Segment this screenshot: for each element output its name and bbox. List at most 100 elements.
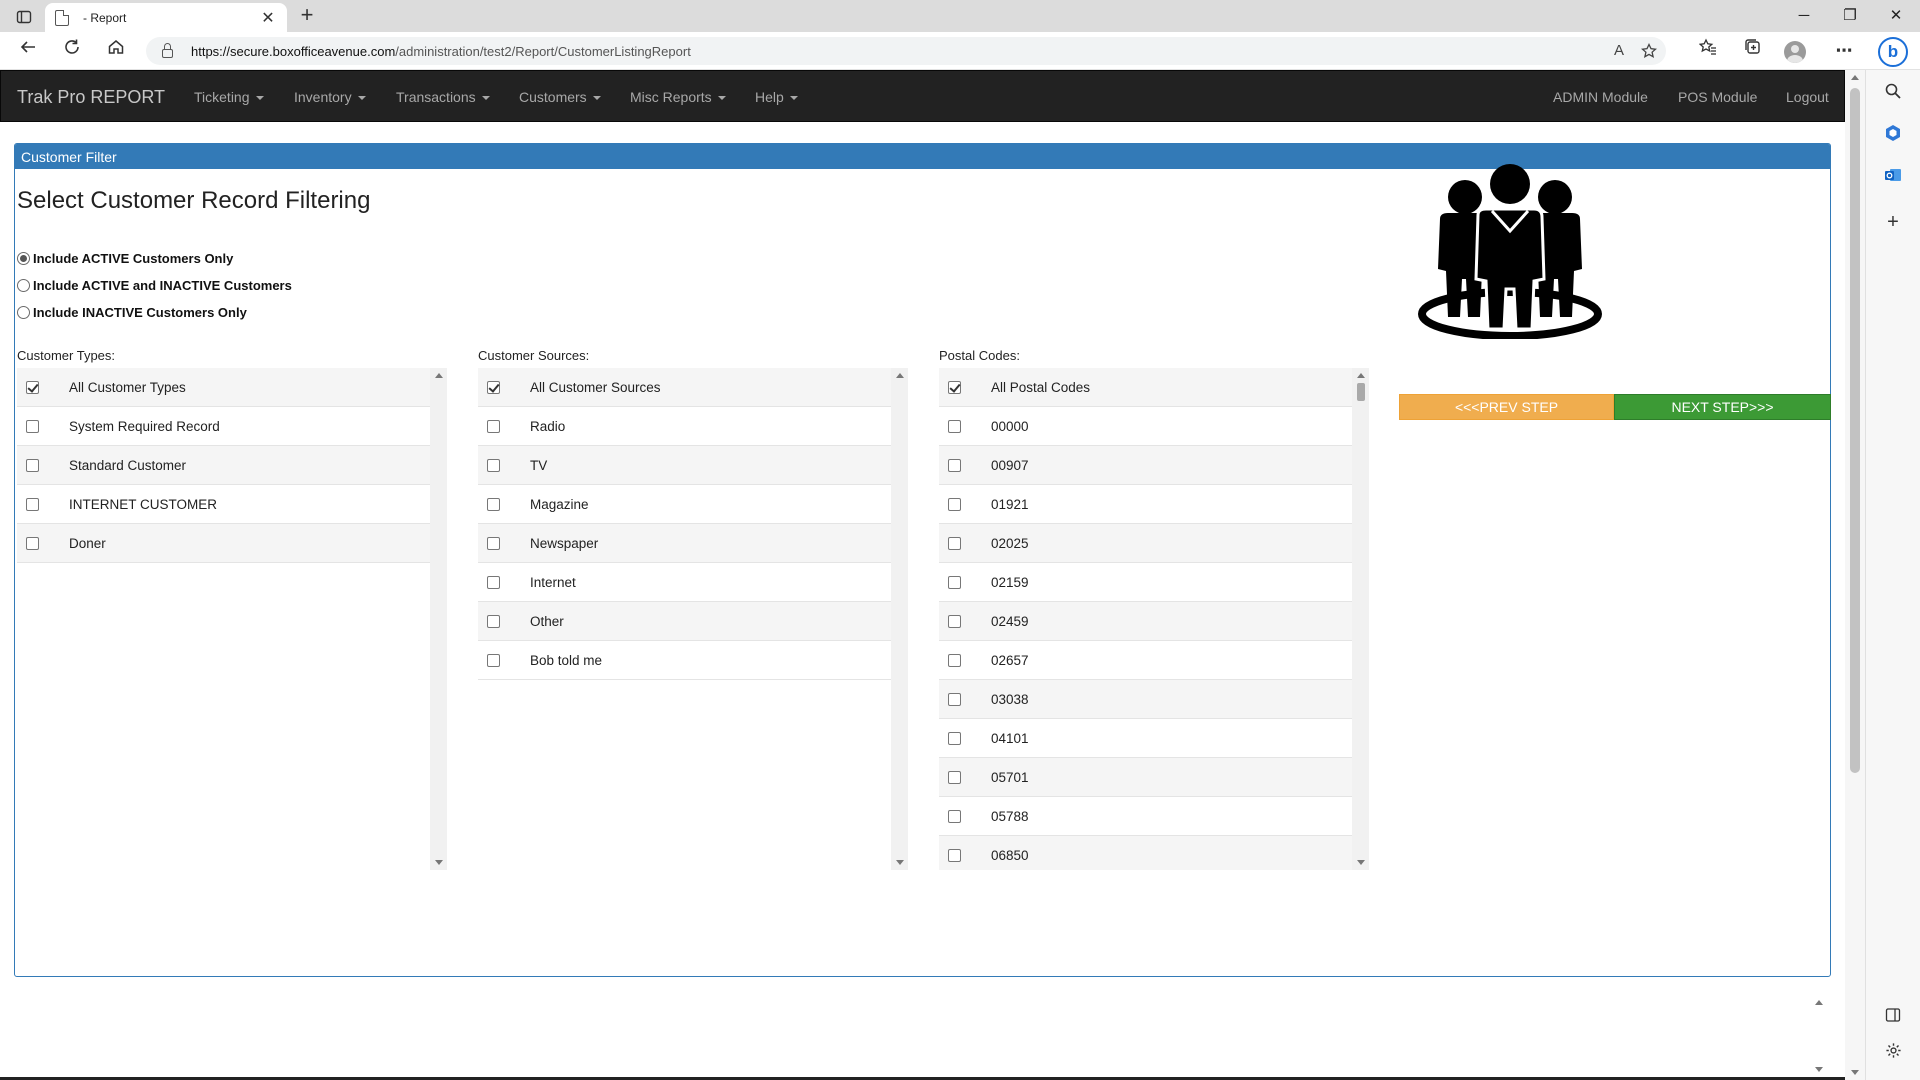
minimize-button[interactable]: ─ (1782, 4, 1826, 28)
customer-type-row[interactable]: Doner (17, 524, 430, 563)
customer-source-row[interactable]: Newspaper (478, 524, 891, 563)
split-screen-icon[interactable] (1881, 1007, 1905, 1031)
customer-type-row[interactable]: INTERNET CUSTOMER (17, 485, 430, 524)
collections-icon[interactable] (1739, 38, 1767, 64)
more-icon[interactable]: ⋯ (1830, 38, 1858, 64)
add-icon[interactable]: + (1881, 210, 1905, 234)
read-aloud-icon[interactable]: A (1606, 37, 1632, 65)
checkbox[interactable] (26, 380, 39, 394)
radio-inactive-only[interactable]: Include INACTIVE Customers Only (17, 302, 247, 322)
office-icon[interactable] (1881, 124, 1905, 148)
scroll-down-icon[interactable] (896, 860, 904, 865)
checkbox[interactable] (948, 731, 961, 745)
customer-source-row[interactable]: Bob told me (478, 641, 891, 680)
postal-code-row[interactable]: 06850 (939, 836, 1352, 870)
postal-code-row[interactable]: 00907 (939, 446, 1352, 485)
postal-code-row[interactable]: 05788 (939, 797, 1352, 836)
customer-sources-list[interactable]: All Customer Sources Radio TV Magazine Newsp… (478, 368, 908, 870)
settings-icon[interactable] (1881, 1042, 1905, 1066)
new-tab-button[interactable]: + (294, 3, 320, 29)
next-step-button[interactable]: NEXT STEP>>> (1614, 394, 1831, 420)
outlook-icon[interactable] (1881, 166, 1905, 190)
scroll-up-icon[interactable] (896, 373, 904, 378)
home-icon[interactable] (102, 38, 130, 64)
close-tab-icon[interactable]: ✕ (259, 8, 277, 28)
checkbox[interactable] (487, 497, 500, 511)
checkbox[interactable] (948, 458, 961, 472)
scroll-down-icon[interactable] (435, 860, 443, 865)
radio-button[interactable] (17, 278, 30, 292)
bing-icon[interactable]: b (1878, 37, 1908, 67)
scroll-down-icon[interactable] (1357, 860, 1365, 865)
customer-type-row[interactable]: All Customer Types (17, 368, 430, 407)
page-scrollbar[interactable] (1845, 70, 1865, 1080)
search-icon[interactable] (1881, 82, 1905, 106)
inner-frame-scrollbar[interactable] (1810, 995, 1827, 1080)
checkbox[interactable] (948, 536, 961, 550)
url-field[interactable]: https://secure.boxofficeavenue.com/admin… (146, 37, 1666, 65)
postal-code-row[interactable]: All Postal Codes (939, 368, 1352, 407)
radio-active-only[interactable]: Include ACTIVE Customers Only (17, 248, 233, 268)
admin-module-link[interactable]: ADMIN Module (1553, 71, 1648, 123)
radio-active-and-inactive[interactable]: Include ACTIVE and INACTIVE Customers (17, 275, 292, 295)
customer-types-scrollbar[interactable] (430, 368, 447, 870)
checkbox[interactable] (487, 536, 500, 550)
scrollbar-thumb[interactable] (1357, 383, 1365, 401)
profile-icon[interactable] (1784, 41, 1806, 63)
customer-source-row[interactable]: TV (478, 446, 891, 485)
logout-link[interactable]: Logout (1786, 71, 1829, 123)
checkbox[interactable] (487, 380, 500, 394)
checkbox[interactable] (948, 497, 961, 511)
browser-tab[interactable]: - Report ✕ (45, 3, 287, 32)
checkbox[interactable] (487, 575, 500, 589)
checkbox[interactable] (948, 692, 961, 706)
customer-types-list[interactable]: All Customer Types System Required Record… (17, 368, 447, 870)
checkbox[interactable] (487, 458, 500, 472)
customer-source-row[interactable]: Magazine (478, 485, 891, 524)
checkbox[interactable] (26, 458, 39, 472)
checkbox[interactable] (948, 770, 961, 784)
customer-type-row[interactable]: System Required Record (17, 407, 430, 446)
menu-transactions[interactable]: Transactions (396, 71, 490, 123)
scroll-up-icon[interactable] (1357, 373, 1365, 378)
menu-help[interactable]: Help (755, 71, 798, 123)
favorites-icon[interactable] (1694, 38, 1722, 64)
pos-module-link[interactable]: POS Module (1678, 71, 1757, 123)
postal-codes-list[interactable]: All Postal Codes 00000 00907 01921 02025 0215… (939, 368, 1369, 870)
lock-icon[interactable] (162, 43, 173, 58)
scroll-up-icon[interactable] (1851, 75, 1859, 80)
customer-source-row[interactable]: All Customer Sources (478, 368, 891, 407)
postal-codes-scrollbar[interactable] (1352, 368, 1369, 870)
postal-code-row[interactable]: 05701 (939, 758, 1352, 797)
scroll-up-icon[interactable] (1815, 1000, 1823, 1005)
checkbox[interactable] (948, 575, 961, 589)
sidebar-toggle-icon[interactable] (10, 6, 38, 28)
close-window-button[interactable]: ✕ (1874, 4, 1918, 28)
prev-step-button[interactable]: <<<PREV STEP (1399, 394, 1614, 420)
refresh-icon[interactable] (58, 38, 86, 64)
radio-button[interactable] (17, 251, 30, 265)
postal-code-row[interactable]: 02657 (939, 641, 1352, 680)
postal-code-row[interactable]: 00000 (939, 407, 1352, 446)
checkbox[interactable] (487, 653, 500, 667)
menu-ticketing[interactable]: Ticketing (194, 71, 264, 123)
customer-source-row[interactable]: Radio (478, 407, 891, 446)
brand-link[interactable]: Trak Pro REPORT (17, 71, 165, 123)
postal-code-row[interactable]: 02025 (939, 524, 1352, 563)
scroll-up-icon[interactable] (435, 373, 443, 378)
postal-code-row[interactable]: 01921 (939, 485, 1352, 524)
scroll-down-icon[interactable] (1851, 1070, 1859, 1075)
customer-sources-scrollbar[interactable] (891, 368, 908, 870)
postal-code-row[interactable]: 02459 (939, 602, 1352, 641)
postal-code-row[interactable]: 02159 (939, 563, 1352, 602)
scrollbar-thumb[interactable] (1850, 88, 1860, 773)
scroll-down-icon[interactable] (1815, 1067, 1823, 1072)
checkbox[interactable] (948, 380, 961, 394)
restore-button[interactable]: ❐ (1828, 4, 1872, 28)
checkbox[interactable] (487, 614, 500, 628)
menu-misc-reports[interactable]: Misc Reports (630, 71, 726, 123)
menu-customers[interactable]: Customers (519, 71, 601, 123)
checkbox[interactable] (487, 419, 500, 433)
postal-code-row[interactable]: 03038 (939, 680, 1352, 719)
checkbox[interactable] (948, 419, 961, 433)
